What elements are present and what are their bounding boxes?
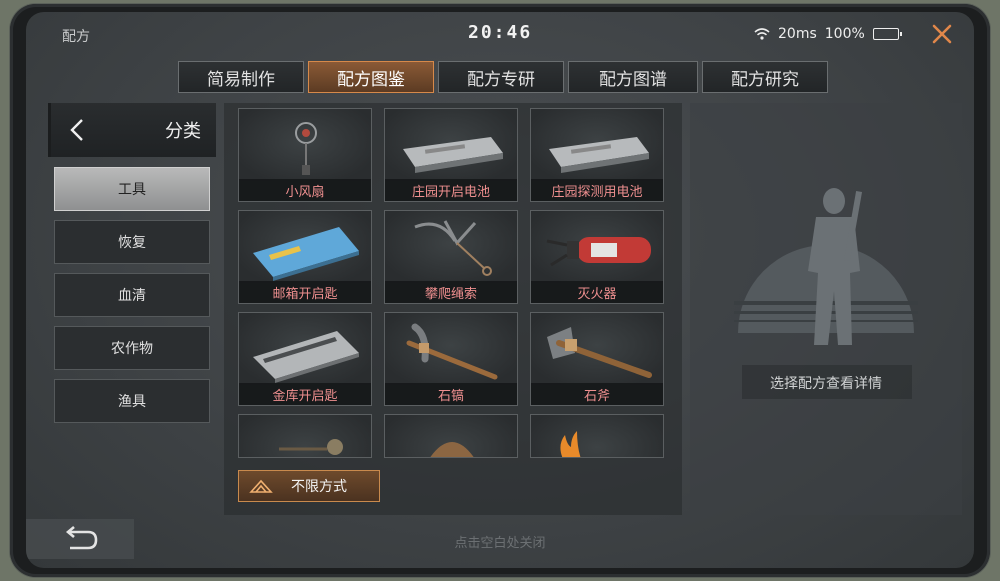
recipe-item-stone-pickaxe[interactable]: 石镐 (384, 312, 518, 406)
ladle-icon (279, 439, 343, 455)
filter-method-button[interactable]: 不限方式 (238, 470, 380, 502)
survivor-silhouette-icon (734, 188, 918, 345)
tab-recipe-atlas[interactable]: 配方图谱 (568, 61, 698, 93)
clock: 20:46 (468, 22, 533, 43)
chevron-left-icon[interactable] (63, 115, 93, 145)
keycard-icon (253, 331, 359, 383)
recipe-item-label: 石镐 (385, 383, 517, 405)
close-icon[interactable] (930, 22, 954, 46)
recipe-screen: 配方 20:46 20ms 100% 简易制作 配方图鉴 配方专研 配方图谱 配… (26, 12, 974, 568)
recipe-item-small-fan[interactable]: 小风扇 (238, 108, 372, 202)
extinguisher-icon (546, 237, 651, 267)
recipe-item-partial[interactable] (384, 414, 518, 458)
category-item-serum[interactable]: 血清 (54, 273, 210, 317)
category-item-tools[interactable]: 工具 (54, 167, 210, 211)
tab-simple-craft[interactable]: 简易制作 (178, 61, 304, 93)
recipe-item-manor-battery[interactable]: 庄园开启电池 (384, 108, 518, 202)
device-frame: 配方 20:46 20ms 100% 简易制作 配方图鉴 配方专研 配方图谱 配… (10, 4, 990, 577)
tab-recipe-study[interactable]: 配方专研 (438, 61, 564, 93)
recipe-item-fire-extinguisher[interactable]: 灭火器 (530, 210, 664, 304)
tab-recipe-codex[interactable]: 配方图鉴 (308, 61, 434, 93)
category-item-crops[interactable]: 农作物 (54, 326, 210, 370)
recipe-item-vault-key[interactable]: 金库开启匙 (238, 312, 372, 406)
filter-method-label: 不限方式 (291, 479, 347, 495)
fan-icon (295, 122, 317, 175)
campfire-icon (560, 431, 581, 457)
category-list: 工具 恢复 血清 农作物 渔具 (54, 167, 210, 432)
recipe-item-stone-axe[interactable]: 石斧 (530, 312, 664, 406)
keycard-icon (253, 227, 359, 281)
grappling-hook-icon (414, 220, 492, 276)
detail-panel: 选择配方查看详情 (690, 103, 962, 515)
recipe-item-label: 庄园探测用电池 (531, 179, 663, 201)
recipe-item-label: 攀爬绳索 (385, 281, 517, 303)
close-hint: 点击空白处关闭 (454, 536, 546, 551)
recipe-item-climbing-rope[interactable]: 攀爬绳索 (384, 210, 518, 304)
recipe-item-partial[interactable] (530, 414, 664, 458)
category-item-fishing[interactable]: 渔具 (54, 379, 210, 423)
recipe-item-label: 小风扇 (239, 179, 371, 201)
battery-icon (872, 28, 902, 40)
category-item-recovery[interactable]: 恢复 (54, 220, 210, 264)
category-title: 分类 (165, 121, 201, 142)
recipe-grid: 小风扇 庄园开启电池 庄园探测用电池 邮箱开启匙 攀爬绳索 灭火器 金库开启匙 … (224, 103, 682, 515)
window-title: 配方 (62, 29, 90, 45)
category-header: 分类 (48, 103, 216, 157)
recipe-item-manor-probe-battery[interactable]: 庄园探测用电池 (530, 108, 664, 202)
battery-icon (403, 137, 503, 173)
tab-recipe-research[interactable]: 配方研究 (702, 61, 828, 93)
wifi-icon (754, 28, 770, 40)
basket-icon (430, 442, 474, 457)
recipe-item-label: 灭火器 (531, 281, 663, 303)
battery-icon (549, 137, 649, 173)
recipe-item-label: 庄园开启电池 (385, 179, 517, 201)
recipe-item-mailbox-key[interactable]: 邮箱开启匙 (238, 210, 372, 304)
stone-pickaxe-icon (406, 323, 498, 380)
stone-axe-icon (547, 327, 652, 378)
detail-hint: 选择配方查看详情 (770, 376, 882, 392)
recipe-item-label: 邮箱开启匙 (239, 281, 371, 303)
ping-value: 20ms (778, 26, 817, 42)
tab-bar: 简易制作 配方图鉴 配方专研 配方图谱 配方研究 (178, 61, 828, 93)
recipe-item-partial[interactable] (238, 414, 372, 458)
recipe-item-label: 石斧 (531, 383, 663, 405)
triangle-filter-icon (249, 479, 273, 493)
status-indicators: 20ms 100% (754, 26, 902, 42)
recipe-item-label: 金库开启匙 (239, 383, 371, 405)
battery-percent: 100% (824, 26, 865, 42)
